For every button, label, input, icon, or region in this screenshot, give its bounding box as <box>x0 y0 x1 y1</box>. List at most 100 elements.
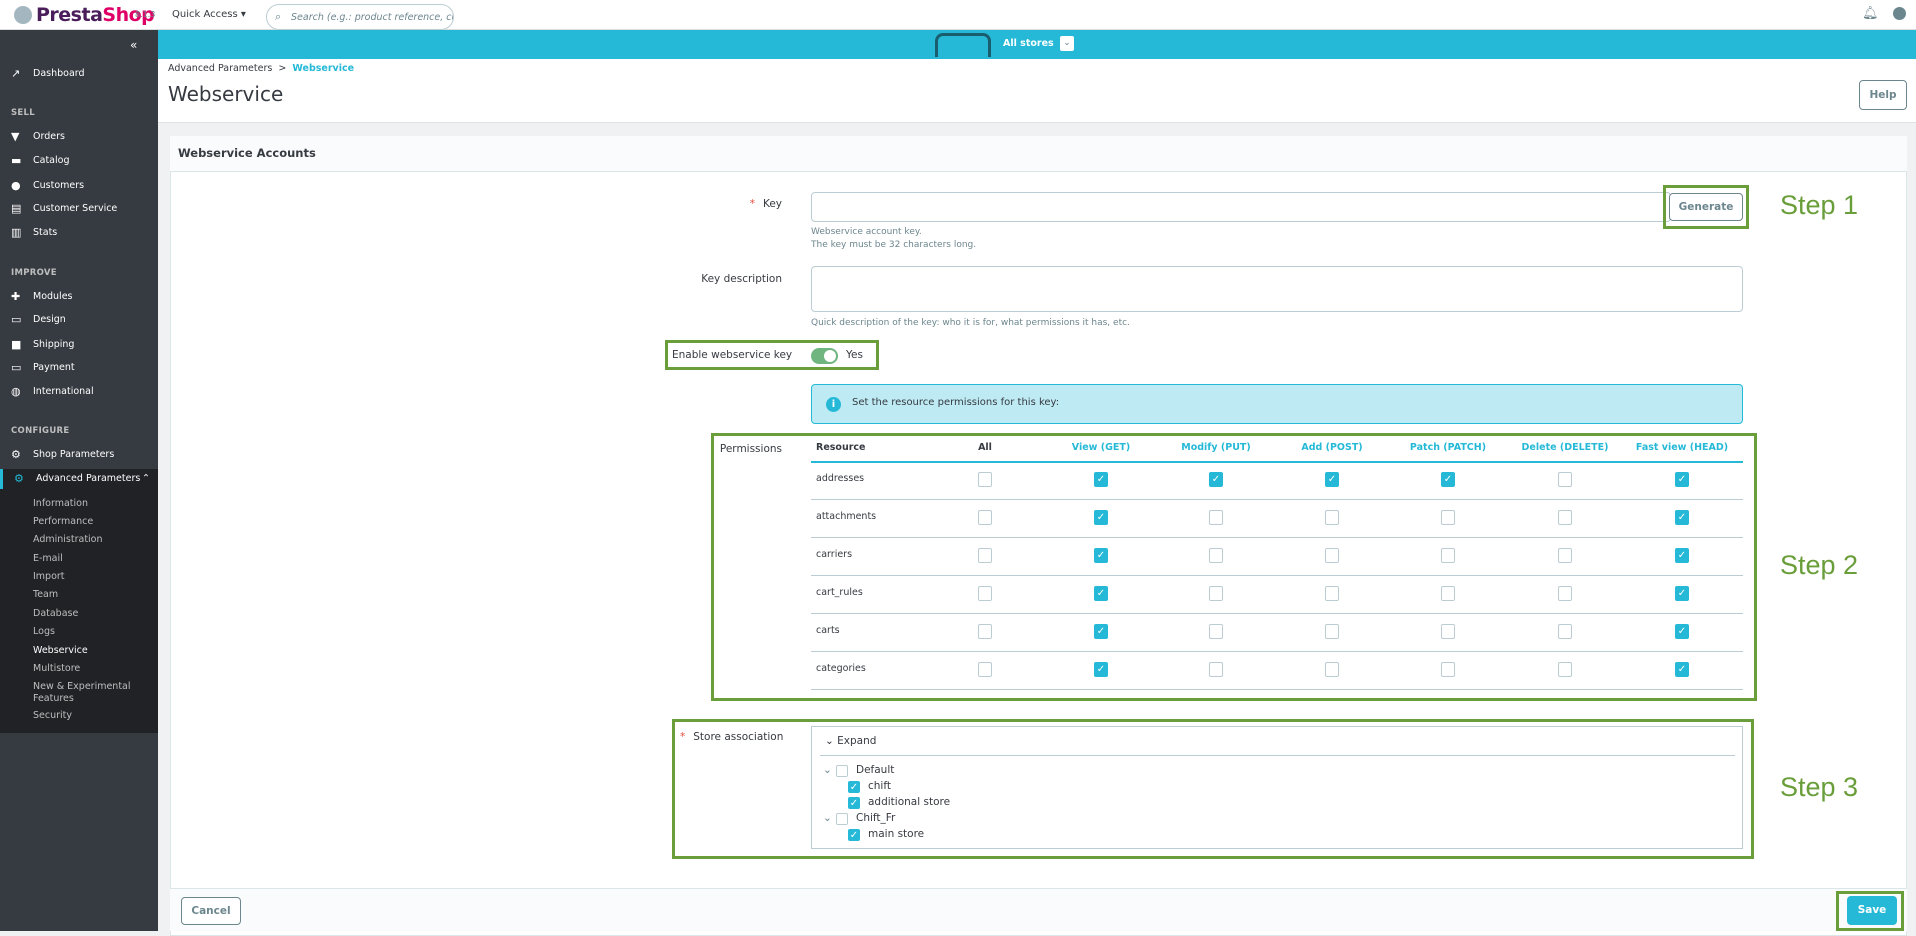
permission-checkbox[interactable] <box>1325 624 1339 639</box>
permission-checkbox[interactable] <box>978 586 992 601</box>
permission-checkbox[interactable] <box>978 510 992 525</box>
sidebar-item-design[interactable]: ▭ Design <box>0 310 158 330</box>
permission-checkbox[interactable] <box>1558 586 1572 601</box>
permission-checkbox[interactable] <box>1558 624 1572 639</box>
help-button[interactable]: Help <box>1859 80 1907 110</box>
permission-checkbox[interactable] <box>1441 624 1455 639</box>
permission-checkbox[interactable]: ✓ <box>1094 472 1108 487</box>
permission-checkbox[interactable] <box>1558 662 1572 677</box>
submenu-multistore[interactable]: Multistore <box>33 662 80 675</box>
sidebar-item-orders[interactable]: ▼ Orders <box>0 127 158 147</box>
sidebar-item-customer-service[interactable]: ▤ Customer Service <box>0 199 158 219</box>
sidebar-item-international[interactable]: ◍ International <box>0 382 158 402</box>
permission-checkbox[interactable]: ✓ <box>1675 586 1689 601</box>
breadcrumb-parent[interactable]: Advanced Parameters <box>168 63 272 74</box>
store-checkbox[interactable] <box>836 765 848 777</box>
store-checkbox[interactable]: ✓ <box>848 797 860 809</box>
permission-checkbox[interactable] <box>978 624 992 639</box>
permission-checkbox[interactable]: ✓ <box>1675 662 1689 677</box>
permission-checkbox[interactable] <box>1209 548 1223 563</box>
permission-checkbox[interactable] <box>1325 662 1339 677</box>
user-account-icon[interactable] <box>1893 7 1906 20</box>
permission-checkbox[interactable] <box>1209 510 1223 525</box>
tree-collapse-icon[interactable]: ⌄ <box>823 764 832 776</box>
permission-checkbox[interactable] <box>978 548 992 563</box>
submenu-database[interactable]: Database <box>33 607 78 620</box>
submenu-webservice[interactable]: Webservice <box>33 644 88 657</box>
permission-checkbox[interactable] <box>1558 548 1572 563</box>
quick-access-dropdown[interactable]: Quick Access ▾ <box>172 9 246 20</box>
sidebar-item-shipping[interactable]: ■ Shipping <box>0 335 158 355</box>
sidebar-item-dashboard[interactable]: ↗ Dashboard <box>0 64 158 84</box>
column-header[interactable]: Modify (PUT) <box>1181 442 1251 453</box>
basket-icon: ▼ <box>11 130 20 143</box>
permission-checkbox[interactable] <box>1209 662 1223 677</box>
sidebar-item-catalog[interactable]: ▬ Catalog <box>0 151 158 171</box>
permission-checkbox[interactable] <box>1325 586 1339 601</box>
submenu-import[interactable]: Import <box>33 570 65 583</box>
column-header[interactable]: Add (POST) <box>1301 442 1362 453</box>
permission-checkbox[interactable]: ✓ <box>1675 624 1689 639</box>
search-input[interactable]: ⌕Search (e.g.: product reference, custon <box>266 4 454 30</box>
submenu-security[interactable]: Security <box>33 709 72 722</box>
permission-checkbox[interactable]: ✓ <box>1675 472 1689 487</box>
permission-checkbox[interactable]: ✓ <box>1675 510 1689 525</box>
sidebar-item-stats[interactable]: ▥ Stats <box>0 223 158 243</box>
expand-toggle[interactable]: ⌄ Expand <box>825 735 876 747</box>
section-improve: IMPROVE <box>11 268 57 278</box>
permission-checkbox[interactable] <box>1325 510 1339 525</box>
key-input[interactable] <box>811 192 1671 222</box>
permission-checkbox[interactable] <box>1441 548 1455 563</box>
permission-checkbox[interactable] <box>1441 510 1455 525</box>
store-checkbox[interactable]: ✓ <box>848 781 860 793</box>
store-checkbox[interactable] <box>836 813 848 825</box>
permission-checkbox[interactable]: ✓ <box>1094 662 1108 677</box>
permission-checkbox[interactable] <box>1558 472 1572 487</box>
permission-checkbox[interactable] <box>1441 662 1455 677</box>
chat-icon: ▤ <box>11 202 22 215</box>
sidebar-item-payment[interactable]: ▭ Payment <box>0 358 158 378</box>
key-description-textarea[interactable] <box>811 266 1743 312</box>
submenu-performance[interactable]: Performance <box>33 515 93 528</box>
permission-checkbox[interactable] <box>1441 586 1455 601</box>
permission-checkbox[interactable] <box>978 472 992 487</box>
permission-checkbox[interactable]: ✓ <box>1094 510 1108 525</box>
permission-checkbox[interactable] <box>1209 586 1223 601</box>
submenu-email[interactable]: E-mail <box>33 552 63 565</box>
column-header[interactable]: View (GET) <box>1072 442 1130 453</box>
sidebar-item-shop-parameters[interactable]: ⚙ Shop Parameters <box>0 445 158 465</box>
permission-checkbox[interactable] <box>978 662 992 677</box>
column-header[interactable]: Delete (DELETE) <box>1522 442 1609 453</box>
sidebar-item-modules[interactable]: ✚ Modules <box>0 287 158 307</box>
permission-checkbox[interactable]: ✓ <box>1441 472 1455 487</box>
column-header[interactable]: All <box>978 442 992 453</box>
store-dropdown-chevron-icon[interactable]: ⌄ <box>1060 36 1074 51</box>
cancel-button[interactable]: Cancel <box>181 897 241 925</box>
permission-checkbox[interactable] <box>1209 624 1223 639</box>
submenu-new-experimental-line2[interactable]: Features <box>33 692 74 705</box>
permission-checkbox[interactable]: ✓ <box>1094 586 1108 601</box>
tree-collapse-icon[interactable]: ⌄ <box>823 812 832 824</box>
enable-webservice-toggle[interactable] <box>811 348 838 364</box>
sidebar-item-advanced-parameters[interactable]: ⚙ Advanced Parameters ⌃ <box>0 469 158 489</box>
store-selector-label[interactable]: All stores <box>1003 38 1054 49</box>
permission-checkbox[interactable]: ✓ <box>1094 548 1108 563</box>
permission-checkbox[interactable]: ✓ <box>1209 472 1223 487</box>
submenu-administration[interactable]: Administration <box>33 533 103 546</box>
permission-checkbox[interactable]: ✓ <box>1094 624 1108 639</box>
column-header[interactable]: Patch (PATCH) <box>1410 442 1486 453</box>
sidebar-item-customers[interactable]: ● Customers <box>0 176 158 196</box>
permission-checkbox[interactable]: ✓ <box>1325 472 1339 487</box>
submenu-team[interactable]: Team <box>33 588 58 601</box>
submenu-information[interactable]: Information <box>33 497 88 510</box>
permission-checkbox[interactable]: ✓ <box>1675 548 1689 563</box>
submenu-logs[interactable]: Logs <box>33 625 55 638</box>
notifications-bell-icon[interactable]: 🔔︎ <box>1862 6 1879 21</box>
column-header[interactable]: Fast view (HEAD) <box>1636 442 1728 453</box>
permission-checkbox[interactable] <box>1325 548 1339 563</box>
collapse-sidebar-icon[interactable]: « <box>130 38 137 52</box>
store-checkbox[interactable]: ✓ <box>848 829 860 841</box>
permission-checkbox[interactable] <box>1558 510 1572 525</box>
tree-divider <box>820 755 1735 756</box>
store-tree-label: Default <box>856 764 895 776</box>
